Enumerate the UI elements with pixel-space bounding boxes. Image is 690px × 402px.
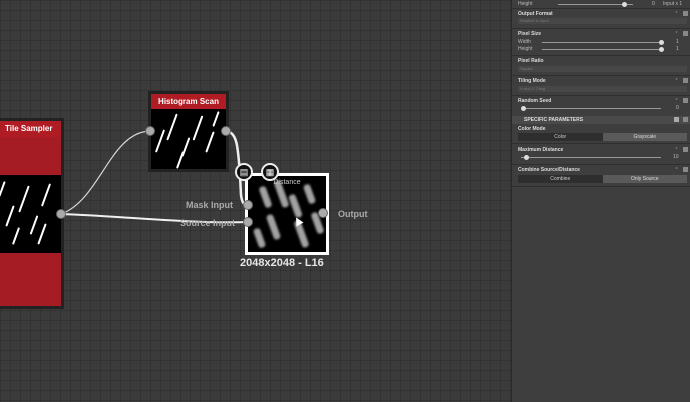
document-icon[interactable]	[674, 117, 679, 122]
source-input-pin[interactable]	[243, 217, 253, 227]
tiling-mode-label: Tiling Mode	[518, 78, 546, 84]
mask-input-label: Mask Input	[186, 200, 234, 210]
color-mode-color[interactable]: Color	[518, 133, 603, 141]
link-icon[interactable]: ⁺	[675, 98, 681, 104]
maximum-distance-label: Maximum Distance	[518, 147, 564, 153]
color-mode-label: Color Mode	[518, 126, 546, 132]
edit-icon[interactable]	[683, 147, 688, 152]
histogram-input-pin[interactable]	[145, 126, 155, 136]
edit-icon[interactable]	[683, 78, 688, 83]
output-format-label: Output Format	[518, 11, 553, 17]
tiling-mode-dropdown[interactable]: H and V Tiling	[518, 86, 687, 92]
tile-sampler-output-pin[interactable]	[56, 209, 66, 219]
pixel-height-label: Height	[518, 46, 533, 52]
histogram-scan-node[interactable]: Histogram Scan	[148, 91, 229, 172]
pixel-ratio-dropdown[interactable]: Square	[518, 66, 687, 72]
height-label: Height	[518, 1, 533, 7]
height-value: 0	[652, 1, 655, 7]
height-slider[interactable]	[558, 2, 633, 7]
output-format-dropdown[interactable]: Relative to input	[518, 18, 687, 24]
distance-output-pin[interactable]	[318, 208, 328, 218]
output-label: Output	[338, 209, 368, 219]
pixel-width-slider[interactable]	[542, 40, 664, 45]
link-icon[interactable]: ⁺	[675, 11, 681, 17]
color-mode-grayscale[interactable]: Grayscale	[602, 133, 687, 141]
pixel-width-label: Width	[518, 39, 531, 45]
wire-tile-to-histogram	[60, 130, 151, 215]
combine-label: Combine Source/Distance	[518, 167, 580, 173]
edit-icon[interactable]	[683, 98, 688, 103]
pixel-height-value: 1	[676, 46, 679, 52]
tile-sampler-thumbnail	[0, 175, 61, 253]
pixel-height-slider[interactable]	[542, 47, 664, 52]
specific-parameters-header[interactable]: SPECIFIC PARAMETERS	[512, 116, 690, 124]
random-seed-label: Random Seed	[518, 98, 552, 104]
pixel-size-label: Pixel Size	[518, 31, 542, 37]
distance-thumbnail	[248, 176, 326, 252]
node-resolution-label: 2048x2048 - L16	[240, 257, 324, 269]
node-title-tile-sampler: Tile Sampler	[0, 121, 61, 137]
node-graph-canvas[interactable]: Tile Sampler Histogram Scan Distance ▤ ▦…	[0, 0, 511, 402]
histogram-scan-thumbnail	[151, 109, 226, 169]
combine-toggle: Combine Only Source	[518, 175, 687, 183]
link-icon[interactable]: ⁺	[675, 167, 681, 173]
height-extra: Input x 1	[663, 1, 683, 7]
mask-input-pin[interactable]	[243, 200, 253, 210]
combine-option-only-source[interactable]: Only Source	[602, 175, 687, 183]
settings-icon[interactable]	[683, 117, 688, 122]
edit-icon[interactable]	[683, 167, 688, 172]
link-icon[interactable]: ⁺	[675, 31, 681, 37]
maximum-distance-slider[interactable]	[521, 155, 661, 160]
edit-icon[interactable]	[683, 11, 688, 16]
random-seed-value: 0	[676, 105, 679, 111]
combine-option-combine[interactable]: Combine	[518, 175, 603, 183]
random-seed-slider[interactable]	[521, 106, 661, 111]
link-icon[interactable]: ⁺	[675, 147, 681, 153]
link-icon[interactable]: ⁺	[675, 78, 681, 84]
pixel-width-value: 1	[676, 39, 679, 45]
checker-icon[interactable]: ▦	[261, 163, 279, 181]
maximum-distance-value: 10	[673, 154, 679, 160]
node-title-distance: Distance	[273, 179, 301, 186]
parameters-panel: Height 0 Input x 1 Output Format ⁺ Relat…	[511, 0, 690, 402]
color-mode-toggle: Color Grayscale	[518, 133, 687, 141]
tile-sampler-node[interactable]: Tile Sampler	[0, 118, 64, 309]
document-icon[interactable]: ▤	[235, 163, 253, 181]
histogram-output-pin[interactable]	[221, 126, 231, 136]
pixel-ratio-label: Pixel Ratio	[518, 58, 544, 64]
edit-icon[interactable]	[683, 31, 688, 36]
node-title-histogram-scan: Histogram Scan	[151, 94, 226, 109]
source-input-label: Source Input	[180, 218, 236, 228]
